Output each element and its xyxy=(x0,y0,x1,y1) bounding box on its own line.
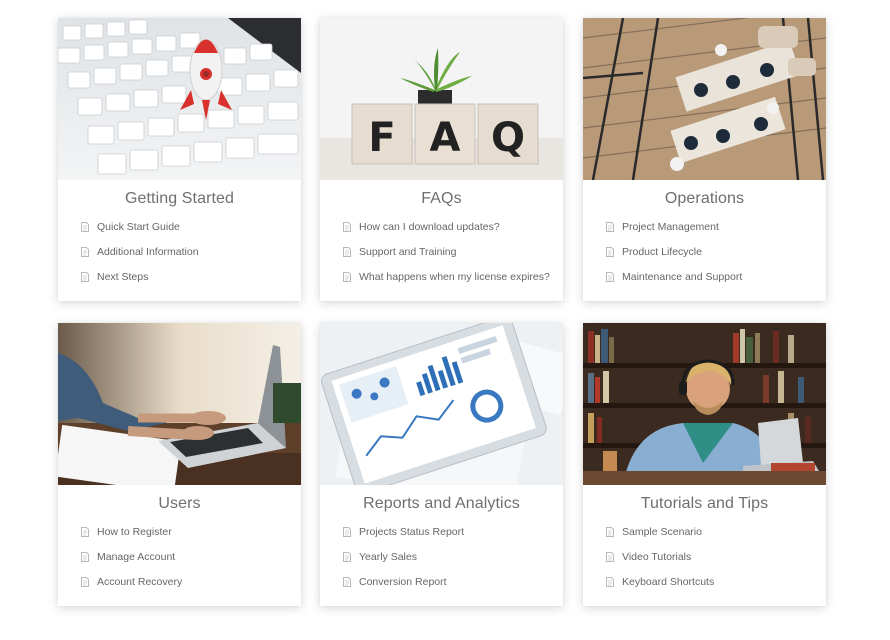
link-label: Sample Scenario xyxy=(622,525,702,538)
document-icon xyxy=(343,271,351,282)
card-faqs[interactable]: F A Q FAQs How can I download updates? S… xyxy=(320,18,563,301)
link-list: Quick Start Guide Additional Information… xyxy=(81,214,199,289)
document-icon xyxy=(606,551,614,562)
office-overhead-image xyxy=(583,18,826,180)
link-keyboard-shortcuts[interactable]: Keyboard Shortcuts xyxy=(606,569,714,594)
document-icon xyxy=(606,271,614,282)
link-label: What happens when my license expires? xyxy=(359,270,550,283)
link-label: Projects Status Report xyxy=(359,525,465,538)
link-list: Project Management Product Lifecycle Mai… xyxy=(606,214,742,289)
link-label: Yearly Sales xyxy=(359,550,417,563)
link-video-tutorials[interactable]: Video Tutorials xyxy=(606,544,714,569)
link-label: Additional Information xyxy=(97,245,199,258)
link-quick-start-guide[interactable]: Quick Start Guide xyxy=(81,214,199,239)
link-label: Video Tutorials xyxy=(622,550,692,563)
link-projects-status-report[interactable]: Projects Status Report xyxy=(343,519,464,544)
svg-text:Q: Q xyxy=(491,115,525,161)
link-account-recovery[interactable]: Account Recovery xyxy=(81,569,182,594)
document-icon xyxy=(606,526,614,537)
link-download-updates[interactable]: How can I download updates? xyxy=(343,214,550,239)
document-icon xyxy=(343,576,351,587)
card-getting-started[interactable]: Getting Started Quick Start Guide Additi… xyxy=(58,18,301,301)
document-icon xyxy=(81,246,89,257)
link-list: How can I download updates? Support and … xyxy=(343,214,550,289)
link-label: Quick Start Guide xyxy=(97,220,180,233)
link-label: Keyboard Shortcuts xyxy=(622,575,715,588)
card-title: FAQs xyxy=(421,190,462,207)
document-icon xyxy=(606,246,614,257)
card-title: Users xyxy=(158,495,201,512)
link-license-expires[interactable]: What happens when my license expires? xyxy=(343,264,550,289)
document-icon xyxy=(343,526,351,537)
document-icon xyxy=(81,576,89,587)
card-title: Reports and Analytics xyxy=(363,495,520,512)
link-product-lifecycle[interactable]: Product Lifecycle xyxy=(606,239,742,264)
faq-blocks-image: F A Q xyxy=(320,18,563,180)
student-library-image xyxy=(583,323,826,485)
document-icon xyxy=(81,551,89,562)
link-maintenance-support[interactable]: Maintenance and Support xyxy=(606,264,742,289)
link-label: How to Register xyxy=(97,525,172,538)
card-title: Getting Started xyxy=(124,190,235,207)
card-title: Tutorials and Tips xyxy=(640,495,769,512)
link-list: Projects Status Report Yearly Sales Conv… xyxy=(343,519,464,594)
link-additional-information[interactable]: Additional Information xyxy=(81,239,199,264)
svg-text:A: A xyxy=(430,115,461,161)
link-list: Sample Scenario Video Tutorials Keyboard… xyxy=(606,519,714,594)
document-icon xyxy=(81,526,89,537)
document-icon xyxy=(343,221,351,232)
link-manage-account[interactable]: Manage Account xyxy=(81,544,182,569)
document-icon xyxy=(81,271,89,282)
link-label: Support and Training xyxy=(359,245,457,258)
document-icon xyxy=(606,576,614,587)
link-label: Conversion Report xyxy=(359,575,447,588)
link-project-management[interactable]: Project Management xyxy=(606,214,742,239)
rocket-on-keyboard-image xyxy=(58,18,301,180)
link-label: Account Recovery xyxy=(97,575,183,588)
svg-text:F: F xyxy=(368,115,395,161)
link-sample-scenario[interactable]: Sample Scenario xyxy=(606,519,714,544)
link-next-steps[interactable]: Next Steps xyxy=(81,264,199,289)
document-icon xyxy=(81,221,89,232)
card-title: Operations xyxy=(664,190,745,207)
link-yearly-sales[interactable]: Yearly Sales xyxy=(343,544,464,569)
link-list: How to Register Manage Account Account R… xyxy=(81,519,182,594)
link-how-to-register[interactable]: How to Register xyxy=(81,519,182,544)
link-label: Project Management xyxy=(622,220,719,233)
laptop-typing-image xyxy=(58,323,301,485)
link-label: Manage Account xyxy=(97,550,176,563)
document-icon xyxy=(606,221,614,232)
card-reports-analytics[interactable]: Reports and Analytics Projects Status Re… xyxy=(320,323,563,606)
link-support-training[interactable]: Support and Training xyxy=(343,239,550,264)
tablet-dashboard-image xyxy=(320,323,563,485)
document-icon xyxy=(343,551,351,562)
link-conversion-report[interactable]: Conversion Report xyxy=(343,569,464,594)
card-operations[interactable]: Operations Project Management Product Li… xyxy=(583,18,826,301)
card-users[interactable]: Users How to Register Manage Account Acc… xyxy=(58,323,301,606)
link-label: Next Steps xyxy=(97,270,149,283)
link-label: Product Lifecycle xyxy=(622,245,702,258)
link-label: How can I download updates? xyxy=(359,220,500,233)
card-tutorials-tips[interactable]: Tutorials and Tips Sample Scenario Video… xyxy=(583,323,826,606)
document-icon xyxy=(343,246,351,257)
link-label: Maintenance and Support xyxy=(622,270,743,283)
